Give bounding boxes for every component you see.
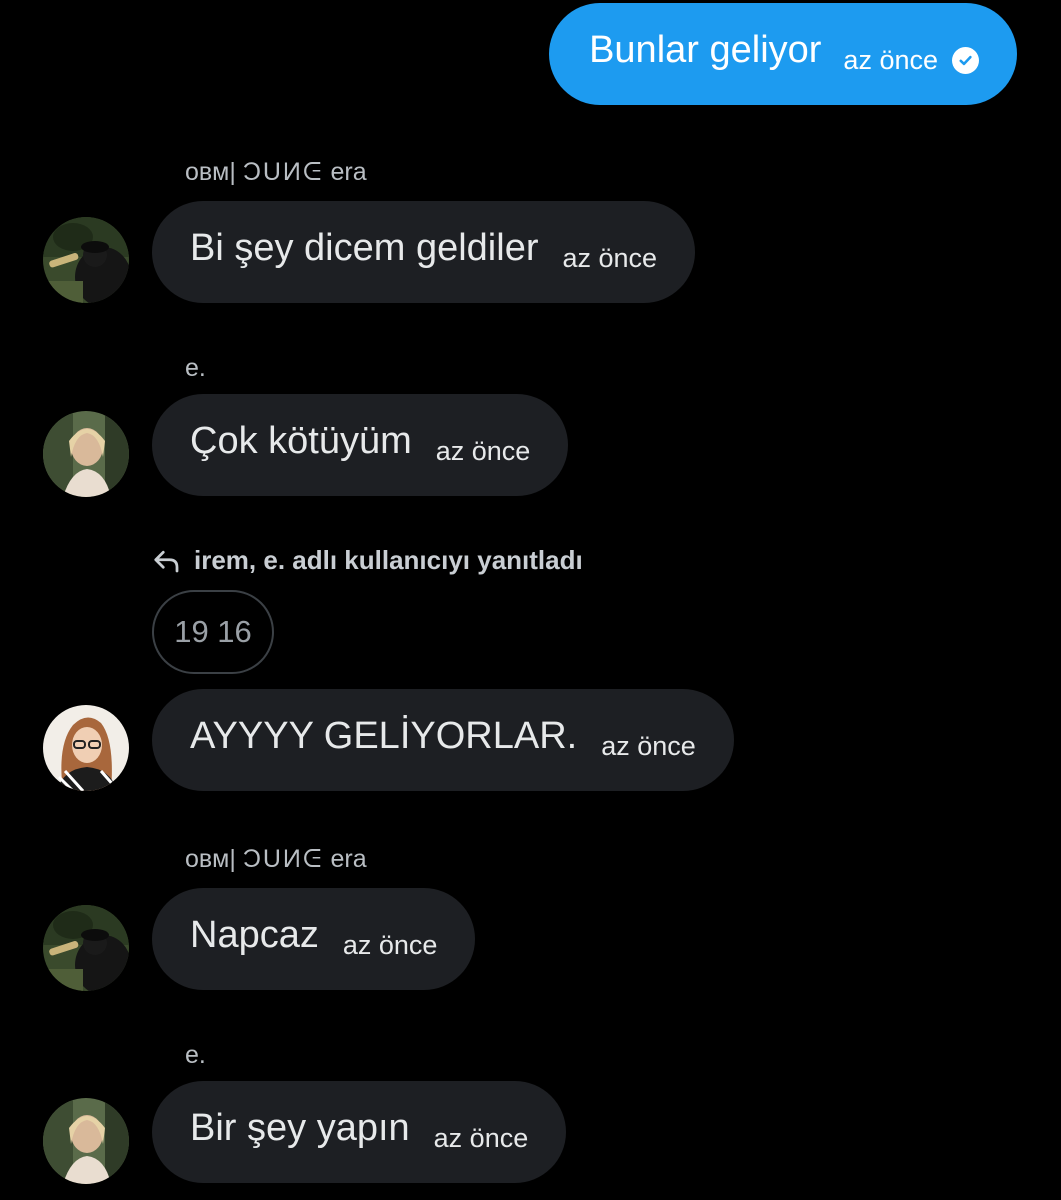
sender-name-prefix: ᴏʙᴍ|	[185, 158, 236, 186]
message-time: az önce	[433, 1122, 529, 1153]
sender-name-suffix: era	[330, 158, 367, 186]
avatar-irem[interactable]	[43, 705, 129, 791]
avatar-e[interactable]	[43, 411, 129, 497]
sender-name-prefix: ᴏʙᴍ|	[185, 845, 236, 873]
sender-name: e.	[185, 354, 206, 382]
incoming-message-bubble[interactable]: Çok kötüyüm az önce	[152, 394, 569, 496]
avatar-obm[interactable]	[43, 217, 129, 303]
incoming-message-bubble[interactable]: Bi şey dicem geldiler az önce	[152, 201, 696, 303]
read-receipt-check-icon	[952, 46, 979, 74]
message-time: az önce	[601, 730, 696, 761]
quoted-message[interactable]: 19 16	[152, 590, 274, 674]
sender-name-suffix: era	[330, 845, 367, 873]
message-text: Bunlar geliyor	[589, 29, 822, 71]
message-text: Napcaz	[190, 914, 319, 956]
message-text: Bi şey dicem geldiler	[190, 227, 539, 269]
message-time: az önce	[435, 435, 531, 466]
sender-name-dune: ƆUИᕮ	[242, 845, 324, 873]
reply-arrow-icon	[152, 546, 182, 576]
incoming-message-bubble[interactable]: Bir şey yapın az önce	[152, 1081, 567, 1183]
avatar-e[interactable]	[43, 1098, 129, 1184]
sender-name: ᴏʙᴍ| ƆUИᕮ era	[185, 158, 367, 187]
reply-label: irem, e. adlı kullanıcıyı yanıtladı	[194, 545, 583, 575]
incoming-message-bubble[interactable]: Napcaz az önce	[152, 888, 476, 990]
message-time: az önce	[562, 242, 658, 273]
incoming-message-bubble[interactable]: AYYYY GELİYORLAR. az önce	[152, 689, 734, 791]
message-text: Çok kötüyüm	[190, 420, 412, 462]
message-time: az önce	[843, 44, 938, 75]
sender-name: e.	[185, 1041, 206, 1069]
sender-name: ᴏʙᴍ| ƆUИᕮ era	[185, 845, 367, 874]
message-text: Bir şey yapın	[190, 1107, 410, 1149]
avatar-obm[interactable]	[43, 905, 129, 991]
outgoing-message-bubble[interactable]: Bunlar geliyor az önce	[549, 3, 1017, 105]
message-time: az önce	[342, 929, 438, 960]
sender-name-dune: ƆUИᕮ	[242, 158, 324, 186]
message-text: AYYYY GELİYORLAR.	[190, 715, 578, 757]
reply-context[interactable]: irem, e. adlı kullanıcıyı yanıtladı	[152, 545, 583, 576]
